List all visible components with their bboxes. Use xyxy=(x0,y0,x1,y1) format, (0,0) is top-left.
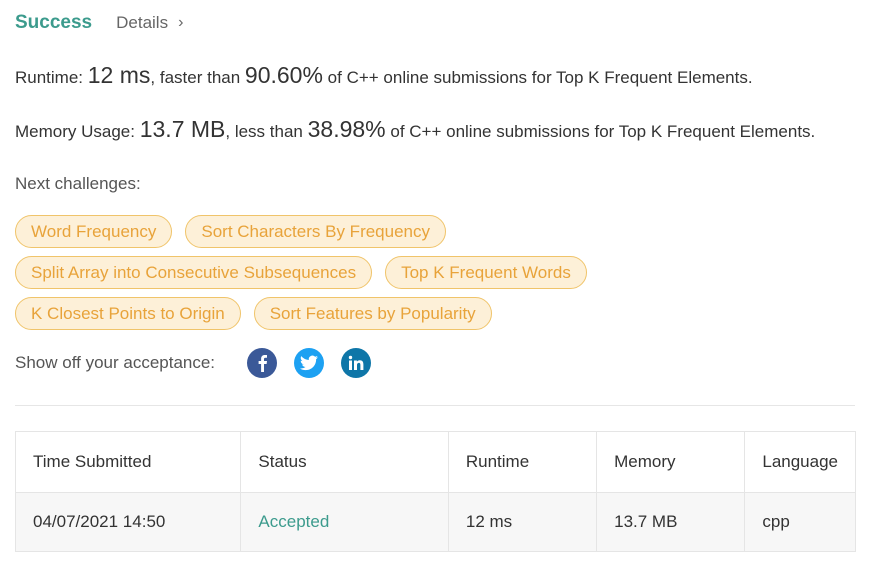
memory-label: Memory Usage: xyxy=(15,122,135,141)
next-challenges-label: Next challenges: xyxy=(15,174,141,193)
memory-stat: Memory Usage: 13.7 MB, less than 38.98% … xyxy=(15,116,815,143)
runtime-value: 12 ms xyxy=(87,62,151,88)
facebook-icon[interactable] xyxy=(247,348,278,378)
memory-value: 13.7 MB xyxy=(139,116,226,142)
runtime-percent: 90.60% xyxy=(244,62,323,88)
memory-percent: 38.98% xyxy=(307,116,386,142)
status-success: Success xyxy=(15,12,93,33)
divider xyxy=(15,405,855,406)
chevron-right-icon: › xyxy=(178,14,184,31)
share-label: Show off your acceptance: xyxy=(15,353,216,372)
challenge-chip[interactable]: Split Array into Consecutive Subsequence… xyxy=(15,256,373,289)
column-header-status: Status xyxy=(240,431,449,493)
table-header-row: Time Submitted Status Runtime Memory Lan… xyxy=(14,431,856,493)
cell-runtime: 12 ms xyxy=(447,492,598,552)
chip-row: K Closest Points to Origin Sort Features… xyxy=(15,297,735,330)
runtime-suffix: of C++ online submissions for Top K Freq… xyxy=(327,68,753,87)
share-section: Show off your acceptance: xyxy=(15,348,388,378)
runtime-stat: Runtime: 12 ms, faster than 90.60% of C+… xyxy=(15,62,753,89)
challenge-chip[interactable]: Sort Characters By Frequency xyxy=(185,215,447,248)
column-header-language: Language xyxy=(744,431,856,493)
chip-row: Split Array into Consecutive Subsequence… xyxy=(15,256,735,289)
cell-language: cpp xyxy=(744,492,856,552)
details-label: Details xyxy=(116,13,169,32)
column-header-time: Time Submitted xyxy=(14,431,242,493)
challenge-chip[interactable]: Sort Features by Popularity xyxy=(253,297,492,330)
cell-time-submitted: 04/07/2021 14:50 xyxy=(14,492,242,552)
memory-suffix: of C++ online submissions for Top K Freq… xyxy=(390,122,816,141)
challenge-chip[interactable]: Top K Frequent Words xyxy=(385,256,587,289)
result-header: Success Details › xyxy=(15,12,183,34)
status-accepted-link[interactable]: Accepted xyxy=(240,492,449,552)
next-challenges-list: Word Frequency Sort Characters By Freque… xyxy=(15,215,735,338)
column-header-memory: Memory xyxy=(596,431,746,493)
details-link[interactable]: Details › xyxy=(116,13,183,33)
challenge-chip[interactable]: Word Frequency xyxy=(15,215,173,248)
runtime-mid: , faster than xyxy=(150,68,241,87)
twitter-icon[interactable] xyxy=(294,348,325,378)
runtime-label: Runtime: xyxy=(15,68,84,87)
table-row: 04/07/2021 14:50 Accepted 12 ms 13.7 MB … xyxy=(14,492,856,552)
submissions-table: Time Submitted Status Runtime Memory Lan… xyxy=(14,431,856,552)
challenge-chip[interactable]: K Closest Points to Origin xyxy=(15,297,241,330)
column-header-runtime: Runtime xyxy=(447,431,598,493)
cell-memory: 13.7 MB xyxy=(596,492,746,552)
chip-row: Word Frequency Sort Characters By Freque… xyxy=(15,215,735,248)
linkedin-icon[interactable] xyxy=(341,348,372,378)
memory-mid: , less than xyxy=(225,122,303,141)
